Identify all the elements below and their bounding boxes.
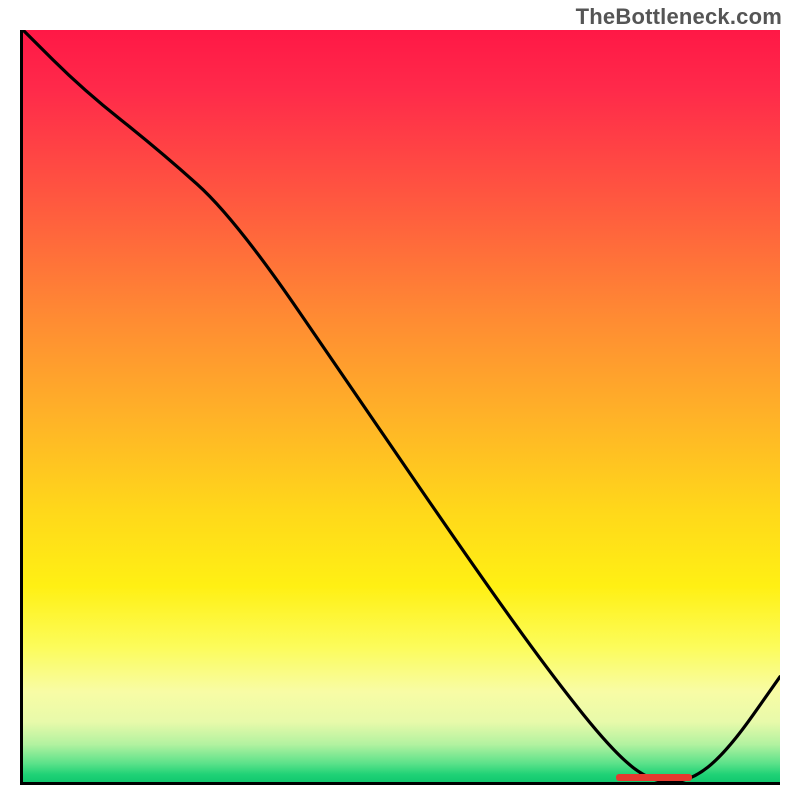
chart-container: TheBottleneck.com 0 <box>0 0 800 800</box>
optimal-region-marker: 0 <box>616 774 692 781</box>
bottleneck-curve-path <box>23 30 780 782</box>
curve-svg <box>23 30 780 782</box>
plot-area: 0 <box>20 30 780 785</box>
watermark-text: TheBottleneck.com <box>576 4 782 30</box>
